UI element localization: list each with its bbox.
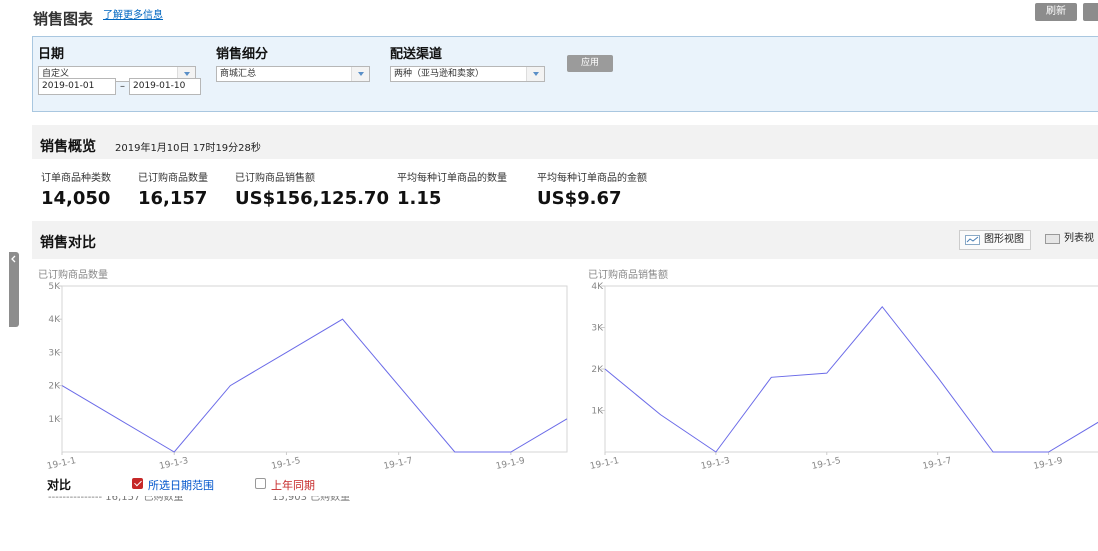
end-date-input[interactable]: 2019-01-10 [129,78,201,95]
x-tick-label: 19-1-5 [271,456,302,472]
metric-units-ordered: 已订购商品数量 16,157 [138,169,208,209]
metric-label: 平均每种订单商品的金额 [537,173,647,184]
series-line [604,305,1098,453]
unchecked-checkbox-icon[interactable] [255,478,266,489]
sales-overview-header: 销售概览 2019年1月10日 17时19分28秒 [32,125,1098,159]
date-separator: – [120,81,125,92]
checked-checkbox-icon[interactable] [132,478,143,489]
chevron-down-icon [526,67,544,81]
sales-comparison-title: 销售对比 [40,235,96,251]
start-date-input[interactable]: 2019-01-01 [38,78,116,95]
x-tick-label: 19-1-5 [811,456,842,472]
channel-select-value: 两种（亚马逊和卖家） [394,69,485,79]
date-filter-label: 日期 [38,47,65,62]
x-tick-label: 19-1-7 [922,456,953,472]
metric-label: 平均每种订单商品的数量 [397,173,507,184]
x-tick-label: 19-1-7 [383,456,414,472]
metric-ordered-sales: 已订购商品销售额 US$156,125.70 [235,169,389,209]
x-tick-label: 19-1-9 [495,456,526,472]
metric-avg-sales-per-item: 平均每种订单商品的金额 US$9.67 [537,169,647,209]
comparison-legend: 对比 所选日期范围 上年同期 [32,476,1092,496]
page-header: 销售图表 了解更多信息 刷新 [0,0,1098,32]
learn-more-link[interactable]: 了解更多信息 [103,6,163,21]
legend-value-selected: --------------- 16,157 已购数量 [48,496,184,502]
y-tick-label: 2K [48,382,61,392]
x-tick-label: 19-1-3 [158,456,189,472]
overview-timestamp: 2019年1月10日 17时19分28秒 [115,143,261,154]
y-tick-label: 1K [48,415,61,425]
x-tick-label: 19-1-1 [46,456,77,472]
units-ordered-chart: 已订购商品数量 5K 4K 3K 2K 1K 19-1-1 19-1-3 19-1-5 19-1… [32,262,572,472]
metric-label: 已订购商品销售额 [235,173,315,184]
y-tick-label: 4K [48,315,61,325]
metric-value: 1.15 [397,188,442,209]
y-tick-label: 4K [591,282,604,292]
apply-button[interactable]: 应用 [567,55,613,72]
list-icon [1045,234,1060,244]
page-title: 销售图表 [33,10,94,28]
metric-value: 16,157 [138,188,208,209]
metric-order-item-types: 订单商品种类数 14,050 [41,169,111,209]
metric-label: 已订购商品数量 [138,173,208,184]
side-panel-tab[interactable] [9,252,19,327]
breakdown-filter: 销售细分 商城汇总 [216,43,370,82]
sales-overview-title: 销售概览 [40,139,96,155]
legend-selected-range[interactable]: 所选日期范围 [132,477,214,493]
metric-value: US$9.67 [537,188,622,209]
channel-filter: 配送渠道 两种（亚马逊和卖家） [390,43,545,82]
metric-value: 14,050 [41,188,111,209]
breakdown-filter-label: 销售细分 [216,47,269,62]
breakdown-select[interactable]: 商城汇总 [216,66,370,82]
legend-last-year[interactable]: 上年同期 [255,477,315,493]
legend-label: 所选日期范围 [148,479,214,492]
date-filter: 日期 自定义 [38,43,196,82]
y-tick-label: 5K [48,282,61,292]
metric-avg-units-per-item: 平均每种订单商品的数量 1.15 [397,169,507,209]
y-tick-label: 1K [591,407,604,417]
legend-label: 上年同期 [271,479,315,492]
breakdown-select-value: 商城汇总 [220,69,257,79]
units-ordered-chart-svg: 5K 4K 3K 2K 1K 19-1-1 19-1-3 19-1-5 19-1-7 19-1-9 [46,282,568,472]
series-line [61,318,568,453]
graph-view-button[interactable]: 图形视图 [959,230,1031,250]
x-tick-label: 19-1-1 [589,456,620,472]
legend-value-last-year: 15,903 已购数量 [272,496,351,502]
metric-label: 订单商品种类数 [41,173,111,184]
ordered-sales-chart-svg: 4K 3K 2K 1K 19-1-1 19-1-3 19-1-5 19-1-7 19-1-9 [589,282,1098,472]
refresh-button[interactable]: 刷新 [1035,3,1077,21]
channel-select[interactable]: 两种（亚马逊和卖家） [390,66,545,82]
x-tick-label: 19-1-3 [700,456,731,472]
channel-filter-label: 配送渠道 [390,47,443,62]
more-options-button[interactable] [1083,3,1098,21]
list-view-button[interactable]: 列表视 [1040,230,1098,250]
graph-view-label: 图形视图 [984,234,1024,245]
ordered-sales-chart: 已订购商品销售额 4K 3K 2K 1K 19-1-1 19-1-3 19-1-5 19-1-… [582,262,1098,472]
x-tick-label: 19-1-9 [1033,456,1064,472]
y-tick-label: 3K [48,348,61,358]
line-chart-icon [965,235,980,245]
date-range-inputs: 2019-01-01 – 2019-01-10 [38,78,201,95]
y-tick-label: 3K [591,324,604,334]
sales-comparison-header: 销售对比 图形视图 列表视 [32,221,1098,259]
metric-value: US$156,125.70 [235,188,389,209]
contrast-title: 对比 [47,478,72,492]
chevron-left-icon [11,255,16,263]
list-view-label: 列表视 [1064,233,1094,244]
filter-panel: 日期 自定义 2019-01-01 – 2019-01-10 销售细分 商城汇总… [32,36,1098,112]
plot-frame [61,285,568,453]
chevron-down-icon [351,67,369,81]
y-tick-label: 2K [591,365,604,375]
